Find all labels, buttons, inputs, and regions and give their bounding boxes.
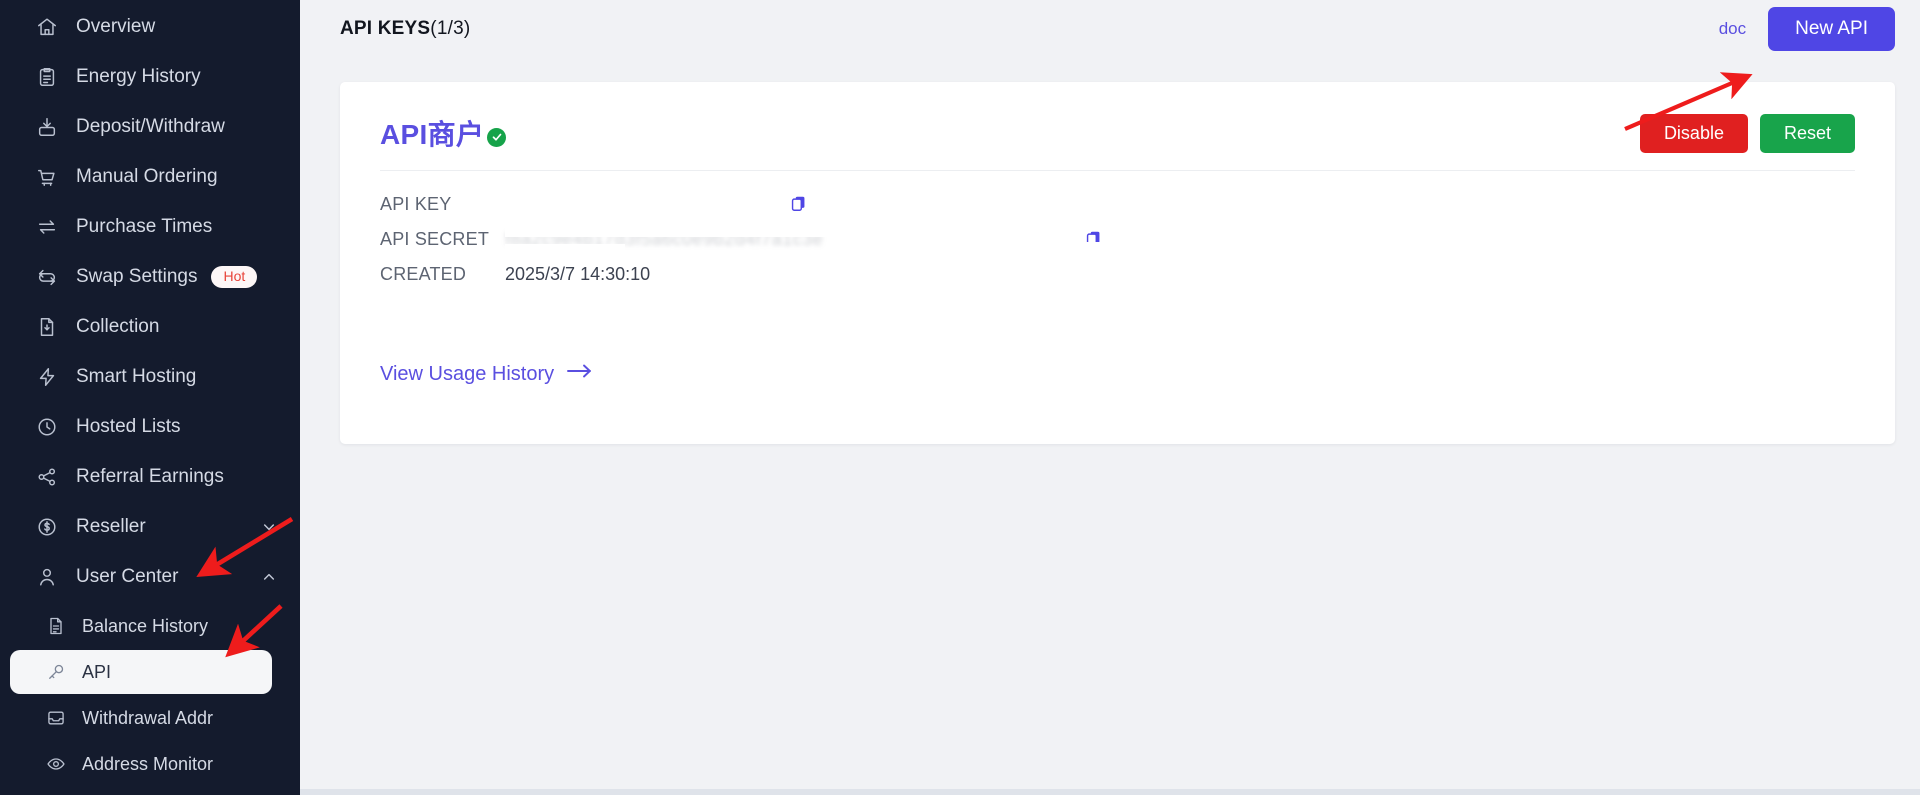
api-credentials-list: API KEY API SECRET f8a2c9e4b17d3f5a6c0e9… bbox=[380, 171, 1855, 292]
sidebar-item-collection[interactable]: Collection bbox=[0, 302, 300, 352]
sidebar-item-label: Reseller bbox=[76, 516, 146, 537]
view-usage-history-link[interactable]: View Usage History bbox=[380, 362, 593, 386]
sidebar-item-deposit-withdraw[interactable]: Deposit/Withdraw bbox=[0, 102, 300, 152]
api-key-card-actions: Disable Reset bbox=[1639, 113, 1855, 153]
sidebar-item-referral-earnings[interactable]: Referral Earnings bbox=[0, 452, 300, 502]
sidebar-subitem-label: Address Monitor bbox=[82, 753, 214, 774]
sidebar-item-withdrawal-addr[interactable]: Withdrawal Addr bbox=[10, 696, 272, 740]
sidebar-item-label: Swap Settings bbox=[76, 266, 198, 287]
home-icon bbox=[34, 14, 60, 40]
page-header: API KEYS(1/3) doc New API bbox=[300, 0, 1920, 58]
chevron-down-icon[interactable] bbox=[260, 518, 278, 536]
app-root: Overview Energy History Deposit/Withdraw… bbox=[0, 0, 1920, 795]
sidebar-item-label: Referral Earnings bbox=[76, 466, 224, 487]
sidebar-item-label: Deposit/Withdraw bbox=[76, 116, 225, 137]
share-icon bbox=[34, 464, 60, 490]
view-usage-history-label: View Usage History bbox=[380, 362, 555, 385]
api-secret-label: API SECRET bbox=[380, 229, 490, 249]
refresh-icon bbox=[34, 264, 60, 290]
bolt-icon bbox=[34, 364, 60, 390]
api-key-label: API KEY bbox=[380, 194, 452, 214]
arrow-right-icon bbox=[567, 362, 593, 386]
created-label: CREATED bbox=[380, 264, 467, 284]
doc-link[interactable]: doc bbox=[1719, 19, 1746, 39]
api-key-card: API商户 Disable Reset API KEY API SECRET f… bbox=[340, 82, 1895, 444]
api-key-value bbox=[505, 194, 511, 215]
api-secret-row: API SECRET f8a2c9e4b17d3f5a6c0e9b2d4f7a1… bbox=[380, 220, 1855, 259]
api-secret-value: f8a2c9e4b17d3f5a6c0e9b2d4f7a1c3e bbox=[505, 229, 824, 249]
sidebar-item-energy-history[interactable]: Energy History bbox=[0, 52, 300, 102]
inbox-icon bbox=[44, 706, 68, 730]
api-merchant-name: API商户 bbox=[380, 119, 485, 150]
sidebar-subitem-label: API bbox=[82, 661, 112, 682]
exchange-icon bbox=[34, 214, 60, 240]
api-key-row: API KEY bbox=[380, 187, 1855, 222]
page-title-text: API KEYS bbox=[340, 18, 431, 39]
page-header-actions: doc New API bbox=[1719, 7, 1895, 51]
chevron-up-icon[interactable] bbox=[260, 568, 278, 586]
user-icon bbox=[34, 564, 60, 590]
sidebar-item-hosted-lists[interactable]: Hosted Lists bbox=[0, 402, 300, 452]
document-icon bbox=[44, 614, 68, 638]
cart-icon bbox=[34, 164, 60, 190]
sidebar-item-purchase-times[interactable]: Purchase Times bbox=[0, 202, 300, 252]
sidebar-subitem-label: Balance History bbox=[82, 615, 209, 636]
clipboard-icon bbox=[34, 64, 60, 90]
eye-icon bbox=[44, 752, 68, 776]
sidebar-item-overview[interactable]: Overview bbox=[0, 2, 300, 52]
copy-icon[interactable] bbox=[1084, 229, 1103, 248]
new-api-button[interactable]: New API bbox=[1768, 7, 1895, 51]
created-row: CREATED 2025/3/7 14:30:10 bbox=[380, 257, 1855, 292]
sidebar-item-label: Purchase Times bbox=[76, 216, 213, 237]
file-download-icon bbox=[34, 314, 60, 340]
sidebar-subitem-label: Withdrawal Addr bbox=[82, 707, 214, 728]
sidebar-item-user-center[interactable]: User Center bbox=[0, 552, 300, 602]
sidebar-item-balance-history[interactable]: Balance History bbox=[10, 604, 272, 648]
sidebar-item-manual-ordering[interactable]: Manual Ordering bbox=[0, 152, 300, 202]
main-content: API KEYS(1/3) doc New API API商户 Disable … bbox=[300, 0, 1920, 795]
copy-icon[interactable] bbox=[789, 194, 808, 213]
sidebar: Overview Energy History Deposit/Withdraw… bbox=[0, 0, 300, 795]
status-badge-hot: Hot bbox=[211, 266, 258, 288]
key-icon bbox=[44, 660, 68, 684]
dollar-circle-icon bbox=[34, 514, 60, 540]
page-title-count: (1/3) bbox=[430, 18, 471, 39]
clock-icon bbox=[34, 414, 60, 440]
sidebar-item-label: User Center bbox=[76, 566, 179, 587]
deposit-icon bbox=[34, 114, 60, 140]
created-value: 2025/3/7 14:30:10 bbox=[505, 264, 651, 284]
sidebar-item-label: Hosted Lists bbox=[76, 416, 181, 437]
sidebar-item-label: Overview bbox=[76, 16, 156, 37]
sidebar-item-api[interactable]: API bbox=[10, 650, 272, 694]
sidebar-item-label: Energy History bbox=[76, 66, 201, 87]
check-badge-icon bbox=[487, 127, 507, 147]
sidebar-item-label: Collection bbox=[76, 316, 160, 337]
window-bottom-strip bbox=[300, 789, 1920, 795]
reset-button[interactable]: Reset bbox=[1759, 113, 1855, 153]
page-title: API KEYS(1/3) bbox=[340, 18, 470, 40]
sidebar-item-label: Manual Ordering bbox=[76, 166, 218, 187]
disable-button[interactable]: Disable bbox=[1639, 113, 1748, 153]
sidebar-item-reseller[interactable]: Reseller bbox=[0, 502, 300, 552]
sidebar-item-address-monitor[interactable]: Address Monitor bbox=[10, 742, 272, 786]
api-key-card-header: API商户 Disable Reset bbox=[380, 110, 1855, 156]
sidebar-item-swap-settings[interactable]: Swap Settings Hot bbox=[0, 252, 300, 302]
sidebar-item-smart-hosting[interactable]: Smart Hosting bbox=[0, 352, 300, 402]
sidebar-item-label: Smart Hosting bbox=[76, 366, 197, 387]
